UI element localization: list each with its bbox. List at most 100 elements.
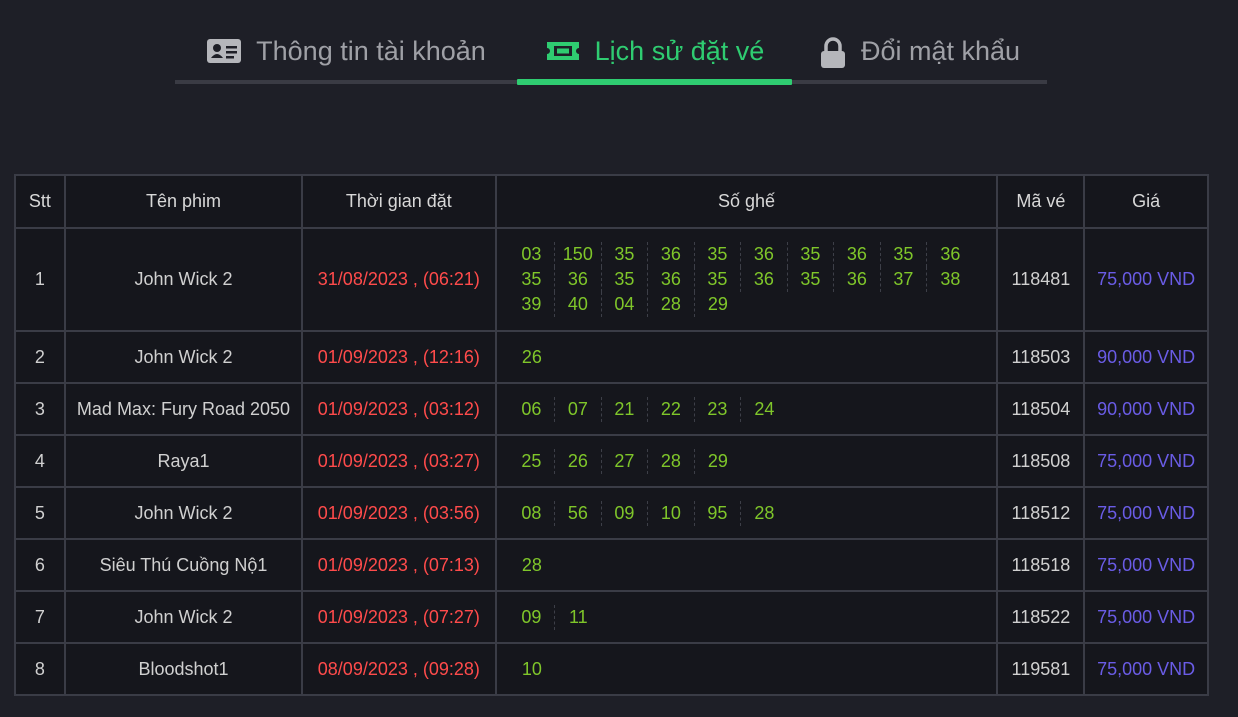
tab-booking-history[interactable]: Lịch sử đặt vé [517,28,792,86]
row-stt: 4 [14,434,66,488]
row-ticket-code: 118504 [996,382,1086,436]
seat-number: 07 [555,396,602,422]
seat-number: 28 [648,292,695,317]
seat-number: 36 [648,267,695,292]
seat-number: 11 [568,606,588,627]
seat-number: 40 [555,292,602,317]
seat-number: 35 [602,242,649,267]
active-tab-indicator [517,79,792,85]
table-row: 7 John Wick 2 01/09/2023 , (07:27) 09 11 1185… [14,590,1209,644]
row-stt: 3 [14,382,66,436]
row-stt: 1 [14,227,66,332]
seat-number: 25 [509,448,556,474]
lock-icon [819,37,847,69]
row-seats: 08 56 09 10 95 28 [494,486,999,540]
row-stt: 6 [14,538,66,592]
row-stt: 5 [14,486,66,540]
seat-number: 36 [648,242,695,267]
seat-number: 06 [509,396,556,422]
seat-number: 04 [602,292,649,317]
row-stt: 7 [14,590,66,644]
table-row: 1 John Wick 2 31/08/2023 , (06:21) 03 150 35 3… [14,227,1209,332]
row-price: 75,000 VND [1083,642,1209,696]
row-booking-time: 01/09/2023 , (03:56) [301,486,497,540]
tab-account-info[interactable]: Thông tin tài khoản [175,28,517,86]
seat-number: 36 [741,267,788,292]
seat-number: 36 [834,267,881,292]
seat-number: 22 [648,396,695,422]
tab-label: Thông tin tài khoản [256,36,486,66]
row-ticket-code: 118503 [996,330,1086,384]
seat-list: 09 11 [509,604,974,630]
row-seats: 03 150 35 36 35 36 35 36 35 36 35 36 35 36 35 36 35 36 37 3… [494,227,999,332]
row-ticket-code: 118518 [996,538,1086,592]
row-seats: 28 [494,538,999,592]
tab-label: Đổi mật khẩu [860,36,1021,66]
seat-number: 35 [788,242,835,267]
row-booking-time: 08/09/2023 , (09:28) [301,642,497,696]
table-row: 8 Bloodshot1 08/09/2023 , (09:28) 10 119581 7… [14,642,1209,696]
seat-list: 08 56 09 10 95 28 [509,500,974,526]
seat-number: 35 [602,267,649,292]
seat-number: 28 [521,554,542,575]
seat-number: 10 [521,658,542,679]
seat-number: 09 [509,604,556,630]
header-code: Mã vé [996,174,1086,229]
seat-list: 10 [509,657,974,682]
row-booking-time: 31/08/2023 , (06:21) [301,227,497,332]
seat-list: 06 07 21 22 23 24 [509,396,974,422]
row-price: 75,000 VND [1083,538,1209,592]
row-film-name: Raya1 [63,434,304,488]
tab-change-password[interactable]: Đổi mật khẩu [792,28,1047,86]
seat-number: 38 [940,269,961,289]
seat-number: 95 [695,500,742,526]
seat-number: 24 [754,398,775,419]
seat-number: 36 [555,267,602,292]
seat-list: 03 150 35 36 35 36 35 36 35 36 35 36 35 36 35 36 35 36 37 3… [509,242,974,317]
table-row: 4 Raya1 01/09/2023 , (03:27) 25 26 27 28 29 1185… [14,434,1209,488]
seat-number: 26 [555,448,602,474]
row-film-name: Siêu Thú Cuồng Nộ1 [63,538,304,592]
row-ticket-code: 118512 [996,486,1086,540]
seat-number: 36 [741,242,788,267]
seat-number: 35 [695,267,742,292]
row-booking-time: 01/09/2023 , (03:12) [301,382,497,436]
row-price: 90,000 VND [1083,330,1209,384]
id-card-icon [206,37,242,65]
row-stt: 8 [14,642,66,696]
row-film-name: John Wick 2 [63,486,304,540]
seat-number: 35 [788,267,835,292]
seat-list: 26 [509,345,974,370]
table-row: 6 Siêu Thú Cuồng Nộ1 01/09/2023 , (07:13) 2… [14,538,1209,592]
row-price: 90,000 VND [1083,382,1209,436]
seat-list: 28 [509,553,974,578]
seat-number: 27 [602,448,649,474]
seat-number: 08 [509,500,556,526]
row-price: 75,000 VND [1083,486,1209,540]
row-price: 75,000 VND [1083,434,1209,488]
row-ticket-code: 118508 [996,434,1086,488]
row-booking-time: 01/09/2023 , (07:13) [301,538,497,592]
profile-tabs: Thông tin tài khoản Lịch sử đặt vé Đổi m… [175,28,1047,86]
seat-number: 28 [754,502,775,523]
seat-number: 26 [521,346,542,367]
seat-number: 35 [695,242,742,267]
seat-list: 25 26 27 28 29 [509,448,974,474]
row-film-name: Bloodshot1 [63,642,304,696]
header-seats: Số ghế [494,174,999,229]
seat-number: 56 [555,500,602,526]
row-ticket-code: 118522 [996,590,1086,644]
row-stt: 2 [14,330,66,384]
row-film-name: John Wick 2 [63,227,304,332]
row-seats: 09 11 [494,590,999,644]
seat-number: 35 [509,267,556,292]
row-seats: 25 26 27 28 29 [494,434,999,488]
seat-number: 23 [695,396,742,422]
row-seats: 10 [494,642,999,696]
seat-number: 150 [555,242,602,267]
table-header-row: Stt Tên phim Thời gian đặt Số ghế Mã vé … [14,174,1209,229]
row-film-name: Mad Max: Fury Road 2050 [63,382,304,436]
row-price: 75,000 VND [1083,227,1209,332]
table-row: 5 John Wick 2 01/09/2023 , (03:56) 08 56 09 10… [14,486,1209,540]
row-booking-time: 01/09/2023 , (12:16) [301,330,497,384]
